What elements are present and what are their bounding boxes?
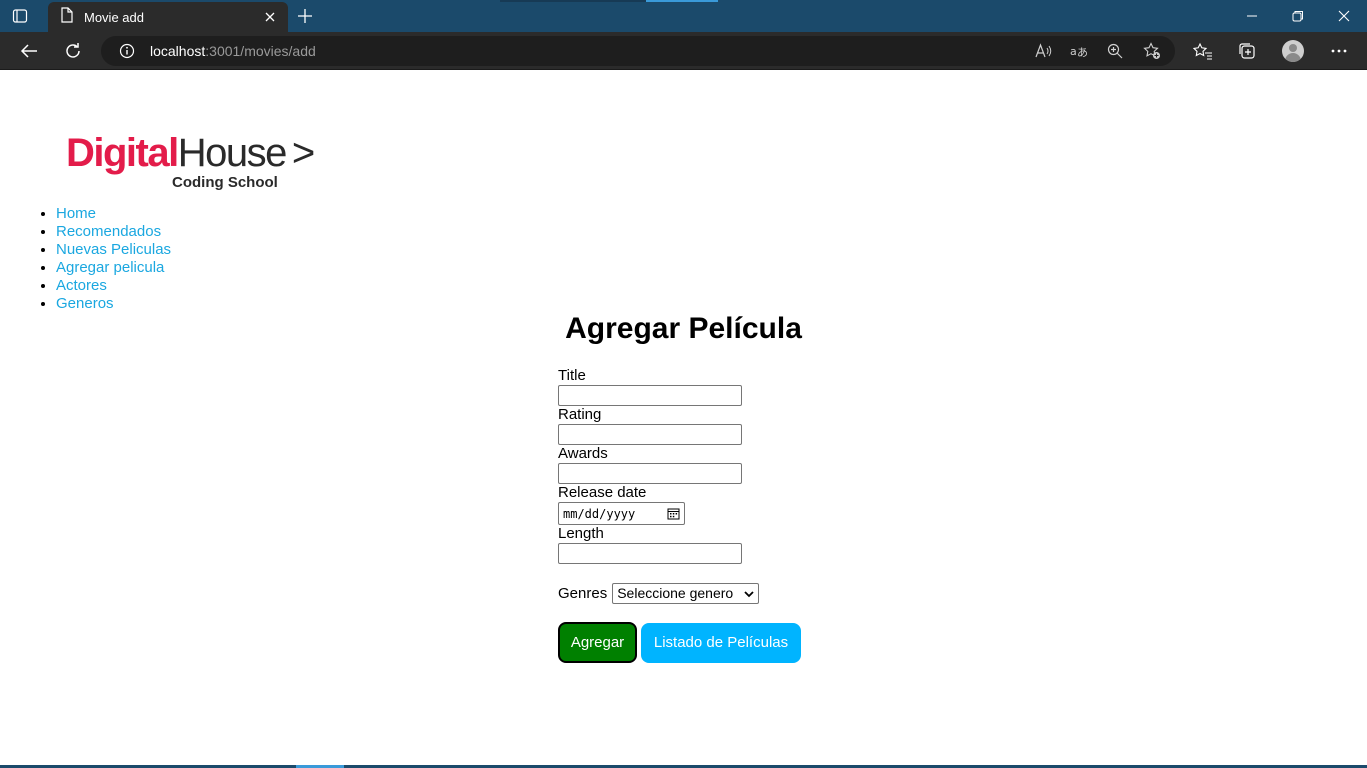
logo-wordmark: DigitalHouse > [66,131,315,175]
nav-item-nuevas: Nuevas Peliculas [56,241,171,259]
release-date-placeholder: mm/dd/yyyy [563,506,636,521]
calendar-icon[interactable] [667,507,680,520]
refresh-icon[interactable] [60,39,86,63]
favorites-icon[interactable] [1191,39,1215,63]
nav-item-recomendados: Recomendados [56,223,171,241]
more-options-icon[interactable] [1327,39,1351,63]
url-path: :3001/movies/add [205,43,316,59]
zoom-icon[interactable] [1105,41,1125,61]
length-label: Length [558,525,604,542]
rating-label: Rating [558,406,602,423]
svg-text:あ: あ [1077,46,1088,59]
genres-selected-value: Seleccione genero [617,585,734,601]
collections-icon[interactable] [1235,39,1259,63]
form-actions: Agregar Listado de Películas [558,622,958,663]
title-input[interactable] [558,385,742,406]
main-nav: Home Recomendados Nuevas Peliculas Agreg… [16,205,171,313]
agregar-button[interactable]: Agregar [558,622,637,663]
genres-label: Genres [558,584,608,602]
listado-peliculas-button[interactable]: Listado de Películas [641,622,801,663]
nav-item-home: Home [56,205,171,223]
chevron-down-icon [744,585,754,601]
titlebar-accent [500,0,660,2]
url-host: localhost [150,43,206,59]
logo-tagline: Coding School [172,174,278,191]
tab-title: Movie add [84,9,144,25]
digital-house-logo[interactable]: DigitalHouse > Coding School [66,130,315,192]
nav-item-agregar: Agregar pelicula [56,259,171,277]
nav-link-recomendados[interactable]: Recomendados [56,223,161,240]
length-input[interactable] [558,543,742,564]
tab-actions-icon[interactable] [10,6,30,26]
read-aloud-icon[interactable] [1034,41,1054,61]
genres-select[interactable]: Seleccione genero [612,582,760,604]
release-date-label: Release date [558,484,647,501]
url-text: localhost:3001/movies/add [150,43,316,59]
page-title: Agregar Película [565,312,802,345]
nav-item-actores: Actores [56,277,171,295]
titlebar-accent [646,0,718,2]
nav-link-generos[interactable]: Generos [56,295,114,312]
restore-icon[interactable] [1275,0,1321,32]
nav-link-agregar-pelicula[interactable]: Agregar pelicula [56,259,164,276]
title-label: Title [558,367,586,384]
rating-input[interactable] [558,424,742,445]
release-date-input[interactable]: mm/dd/yyyy [558,502,685,525]
nav-item-generos: Generos [56,295,171,313]
nav-link-home[interactable]: Home [56,205,96,222]
site-info-icon[interactable] [119,43,135,59]
back-arrow-icon[interactable] [16,39,42,63]
close-tab-icon[interactable] [260,7,280,27]
browser-titlebar: Movie add [0,0,1367,32]
svg-text:a: a [1070,45,1077,58]
add-movie-form: Title Rating Awards Release date mm/dd/y… [558,367,958,663]
awards-label: Awards [558,445,608,462]
genres-row: Genres Seleccione genero [558,582,958,604]
address-bar[interactable]: localhost:3001/movies/add aあ [101,36,1175,66]
browser-tab[interactable]: Movie add [48,2,288,32]
new-tab-icon[interactable] [294,5,316,27]
browser-toolbar: localhost:3001/movies/add aあ [0,32,1367,70]
page-icon [60,6,74,28]
nav-link-nuevas-peliculas[interactable]: Nuevas Peliculas [56,241,171,258]
profile-avatar[interactable] [1282,40,1304,62]
translate-icon[interactable]: aあ [1069,41,1089,61]
add-favorite-icon[interactable] [1142,41,1162,61]
minimize-icon[interactable] [1229,0,1275,32]
awards-input[interactable] [558,463,742,484]
nav-link-actores[interactable]: Actores [56,277,107,294]
close-window-icon[interactable] [1321,0,1367,32]
